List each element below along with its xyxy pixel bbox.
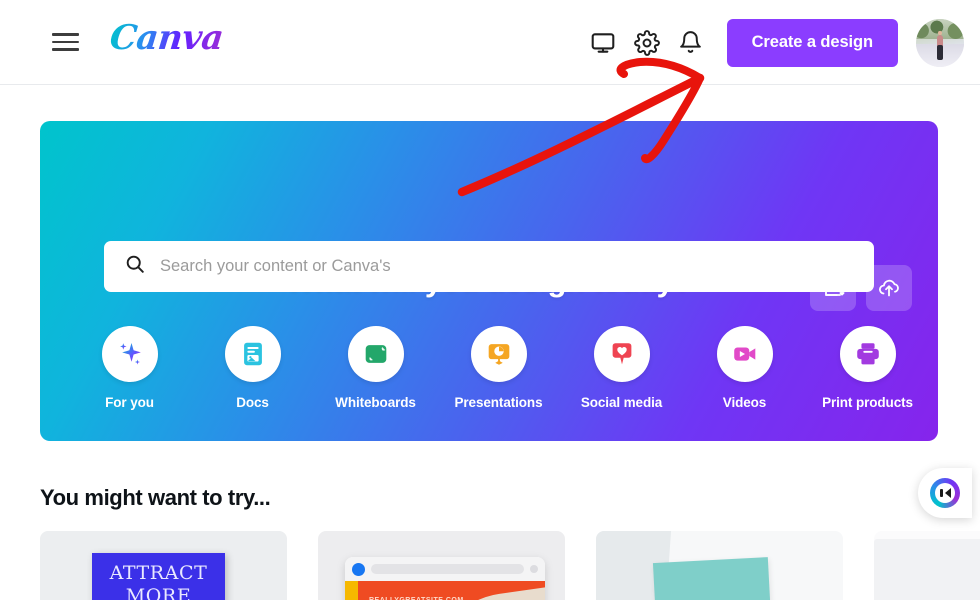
document-icon	[243, 342, 262, 366]
browser-mockup: REALLYGREATSITE.COM	[345, 557, 545, 600]
teal-card-shape	[652, 557, 775, 600]
category-icon-wrap	[224, 326, 281, 382]
poster-line: ATTRACT	[109, 562, 208, 584]
category-docs[interactable]: Docs	[191, 326, 314, 410]
hamburger-line	[52, 40, 79, 44]
category-label: Videos	[722, 395, 767, 410]
category-label: Whiteboards	[335, 395, 416, 410]
assistant-face	[935, 483, 955, 503]
try-section-title: You might want to try...	[40, 485, 271, 510]
category-label: Docs	[236, 395, 269, 410]
category-print-products[interactable]: Print products	[806, 326, 929, 410]
website-body: REALLYGREATSITE.COM	[345, 581, 545, 600]
blank-paper-shape	[874, 539, 980, 600]
search-bar[interactable]	[104, 241, 874, 292]
canva-assistant-button[interactable]	[918, 468, 972, 518]
canva-home-page: Canva Create a design Search your conten…	[0, 0, 980, 600]
category-label: Presentations	[454, 395, 543, 410]
printer-icon	[856, 343, 879, 365]
search-icon	[124, 253, 146, 280]
create-a-design-button[interactable]: Create a design	[726, 18, 898, 67]
category-whiteboards[interactable]: Whiteboards	[314, 326, 437, 410]
url-bar	[371, 564, 524, 574]
top-header-bar: Canva Create a design	[0, 0, 980, 85]
category-social-media[interactable]: Social media	[560, 326, 683, 410]
avatar[interactable]	[916, 18, 964, 67]
category-presentations[interactable]: Presentations	[437, 326, 560, 410]
poster-thumbnail: ATTRACT MORE ATTENTION	[92, 553, 225, 600]
presentation-icon	[488, 344, 509, 365]
assistant-eye	[939, 489, 943, 497]
category-icon-wrap	[101, 326, 158, 382]
category-icon-wrap	[347, 326, 404, 382]
category-videos[interactable]: Videos	[683, 326, 806, 410]
try-section-cards: ATTRACT MORE ATTENTION REALLYGREATSITE.C…	[40, 531, 980, 600]
hamburger-line	[52, 33, 79, 36]
notifications-bell-icon[interactable]	[669, 21, 713, 65]
header-right-cluster: Create a design	[581, 0, 964, 85]
desktop-app-icon[interactable]	[581, 21, 625, 65]
category-label: Print products	[822, 395, 913, 410]
hamburger-menu-icon[interactable]	[52, 29, 79, 55]
favicon-icon	[352, 562, 365, 576]
category-for-you[interactable]: For you	[68, 326, 191, 410]
category-icon-wrap	[839, 326, 896, 382]
card-website-mockup[interactable]: REALLYGREATSITE.COM	[318, 531, 565, 600]
sparkle-icon	[119, 343, 141, 365]
hero-banner: What will you design today?	[40, 121, 938, 441]
video-camera-icon	[733, 347, 755, 361]
card-teal-shape[interactable]	[596, 531, 843, 600]
canva-logo[interactable]: Canva	[108, 18, 225, 58]
search-input[interactable]	[160, 257, 854, 276]
settings-gear-icon[interactable]	[625, 21, 669, 65]
category-websites-partial[interactable]: W	[929, 326, 938, 410]
heart-badge-icon	[612, 343, 631, 365]
category-icon-wrap	[470, 326, 527, 382]
card-blank-paper[interactable]	[874, 531, 980, 600]
avatar-legs	[936, 45, 944, 60]
avatar-head	[938, 31, 942, 36]
category-label: Social media	[580, 395, 663, 410]
browser-menu-icon	[530, 565, 538, 573]
hamburger-line	[52, 48, 79, 51]
yellow-stripe	[345, 581, 358, 600]
whiteboard-icon	[365, 345, 386, 363]
category-icon-wrap	[716, 326, 773, 382]
category-icon-wrap	[593, 326, 650, 382]
browser-toolbar	[345, 557, 545, 581]
canva-assistant-icon	[930, 478, 960, 508]
category-label: For you	[105, 395, 154, 410]
card-attract-more-attention[interactable]: ATTRACT MORE ATTENTION	[40, 531, 287, 600]
poster-line: MORE	[125, 584, 192, 600]
category-shortcuts: For you Docs Whiteboards Presentations S…	[40, 326, 938, 410]
assistant-eye	[944, 488, 951, 498]
